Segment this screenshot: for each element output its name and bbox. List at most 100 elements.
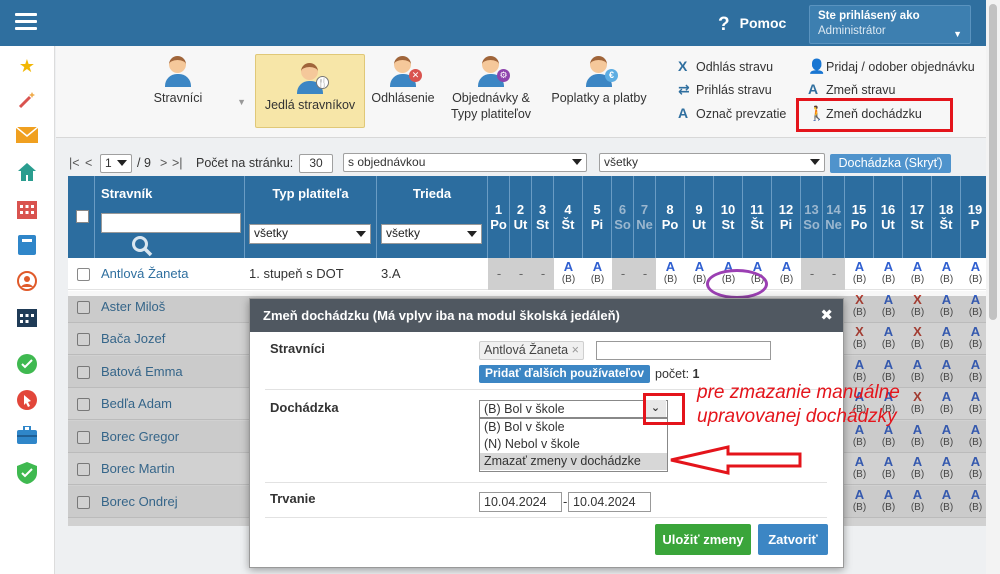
trieda-filter-select[interactable]: všetky [381, 224, 482, 244]
chevron-down-icon [117, 160, 127, 166]
close-icon[interactable]: ✖ [820, 306, 833, 324]
mail-icon[interactable] [15, 126, 39, 148]
prihlas-stravu-link[interactable]: ⇄ Prihlás stravu [678, 81, 772, 98]
close-button[interactable]: Zatvoriť [758, 524, 828, 555]
user-role: Administrátor [818, 25, 886, 37]
attendance-empty-cell: - [488, 258, 510, 290]
check-circle-icon[interactable] [16, 354, 38, 376]
per-page-label: Počet na stránku: [196, 156, 294, 170]
person-euro-icon: € [586, 54, 618, 88]
toolbar-objednavky-button[interactable]: ⚙ Objednávky & Typy platiteľov [444, 54, 538, 128]
attendance-cell[interactable]: A (B) [660, 260, 682, 286]
page-scrollbar[interactable] [986, 0, 1000, 574]
star-icon[interactable]: ★ [16, 55, 38, 77]
chevron-down-icon: ▼ [953, 29, 962, 39]
typ-platitela-cell: 1. stupeň s DOT [249, 266, 344, 281]
user-menu[interactable]: Ste prihlásený ako Administrátor ▼ [809, 5, 971, 44]
day-column-header: 7 Ne [634, 176, 656, 258]
attendance-cell[interactable]: A (B) [878, 260, 900, 286]
dochadzka-select[interactable]: (B) Bol v škole [479, 400, 668, 418]
option-zmazat-zmeny[interactable]: Zmazať zmeny v dochádzke [480, 453, 667, 470]
scrollbar-thumb[interactable] [989, 4, 997, 320]
calendar-grid-icon[interactable] [16, 199, 38, 221]
add-users-button[interactable]: Pridať ďalších používateľov [479, 365, 651, 383]
sidebar: ★ [0, 46, 55, 574]
order-filter-select[interactable]: s objednávkou [343, 153, 587, 172]
date-from-input[interactable]: 10.04.2024 [479, 492, 562, 512]
day-column-header: 13 So [801, 176, 823, 258]
attendance-empty-cell: - [510, 258, 532, 290]
briefcase-icon[interactable] [16, 425, 38, 448]
user-circle-icon[interactable] [16, 271, 38, 293]
attendance-cell[interactable]: A (B) [776, 260, 798, 286]
sort-alpha-icon: A [808, 81, 819, 97]
page-count: / 9 [137, 156, 151, 170]
attendance-cell[interactable]: A (B) [849, 260, 871, 286]
calendar-icon[interactable] [16, 307, 38, 329]
home-icon[interactable] [16, 162, 38, 184]
book-icon[interactable] [16, 235, 38, 257]
user-caption: Ste prihlásený ako [818, 10, 920, 22]
person-settings-icon: ⚙ [478, 54, 510, 88]
chevron-down-icon [572, 159, 582, 165]
day-column-header: 5 Pi [583, 176, 612, 258]
magic-wand-icon[interactable] [16, 90, 38, 112]
per-page-input[interactable]: 30 [299, 154, 333, 173]
dochadzka-options: (B) Bol v škole (N) Nebol v škole Zmazať… [479, 418, 668, 472]
day-column-header: 8 Po [656, 176, 685, 258]
col-trieda: Trieda všetky [377, 176, 488, 258]
highlight-oval [706, 269, 768, 299]
search-icon[interactable] [131, 235, 153, 257]
chevron-down-icon: ▼ [237, 97, 246, 107]
dochadzka-toggle-button[interactable]: Dochádzka (Skryť) [830, 154, 951, 173]
pridaj-odober-objednavku-link[interactable]: 👤Pridaj / odober objednávku [808, 58, 975, 75]
table-row[interactable]: Antlová Žaneta 1. stupeň s DOT 3.A - - - A (B) A… [68, 258, 986, 290]
attendance-cell[interactable]: A (B) [587, 260, 609, 286]
oznac-prevzatie-link[interactable]: A Označ prevzatie [678, 105, 786, 121]
option-nebol-v-skole[interactable]: (N) Nebol v škole [480, 436, 667, 453]
toolbar-poplatky-button[interactable]: € Poplatky a platby [544, 54, 654, 128]
next-page-link[interactable]: > [160, 156, 167, 170]
date-to-input[interactable]: 10.04.2024 [568, 492, 651, 512]
zmen-dochadzku-dialog: Zmeň dochádzku (Má vplyv iba na modul šk… [249, 298, 844, 568]
attendance-cell[interactable]: A (B) [936, 260, 958, 286]
attendance-empty-cell: - [823, 258, 845, 290]
shield-check-icon[interactable] [16, 462, 38, 484]
chevron-down-icon [356, 231, 366, 237]
pointer-icon[interactable] [16, 390, 38, 412]
typ-filter-select[interactable]: všetky [249, 224, 371, 244]
selected-user-tag: Antlová Žaneta × [479, 341, 584, 360]
day-column-header: 15 Po [845, 176, 874, 258]
prev-page-link[interactable]: < [85, 156, 92, 170]
toolbar-odhlasenie-button[interactable]: ✕ Odhlásenie [370, 54, 436, 128]
day-column-header: 6 So [612, 176, 634, 258]
toolbar-jedla-button[interactable]: 🍴 Jedlá stravníkov [255, 54, 365, 128]
last-page-link[interactable]: >| [172, 156, 183, 170]
attendance-cell[interactable]: A (B) [907, 260, 929, 286]
tag-remove-icon[interactable]: × [572, 343, 579, 357]
option-bol-v-skole[interactable]: (B) Bol v škole [480, 419, 667, 436]
user-search-input[interactable] [596, 341, 771, 360]
top-bar: ? Pomoc Ste prihlásený ako Administrátor … [0, 0, 1000, 46]
help-link[interactable]: ? Pomoc [718, 12, 786, 35]
day-column-header: 19 P [961, 176, 986, 258]
zmen-stravu-link[interactable]: A Zmeň stravu [808, 81, 895, 97]
attendance-cell[interactable]: A (B) [965, 260, 987, 286]
odhlas-stravu-link[interactable]: X Odhlás stravu [678, 58, 773, 74]
save-button[interactable]: Uložiť zmeny [655, 524, 751, 555]
row-checkbox[interactable] [77, 268, 90, 281]
select-all-checkbox[interactable] [76, 210, 89, 223]
divider [265, 482, 827, 483]
stravnik-name-link[interactable]: Antlová Žaneta [101, 266, 188, 281]
x-icon: X [678, 58, 688, 74]
first-page-link[interactable]: |< [69, 156, 80, 170]
page-select[interactable]: 1 [100, 154, 132, 173]
day-column-header: 14 Ne [823, 176, 845, 258]
toolbar-stravnici-button[interactable]: Stravníci ▼ [118, 54, 246, 128]
hamburger-menu-icon[interactable] [15, 13, 37, 31]
highlight-box-zmen-dochadzku [796, 98, 953, 132]
dialog-header: Zmeň dochádzku (Má vplyv iba na modul šk… [250, 299, 843, 332]
stravnik-search-input[interactable] [101, 213, 241, 233]
attendance-cell[interactable]: A (B) [558, 260, 580, 286]
status-filter-select[interactable]: všetky [599, 153, 825, 172]
